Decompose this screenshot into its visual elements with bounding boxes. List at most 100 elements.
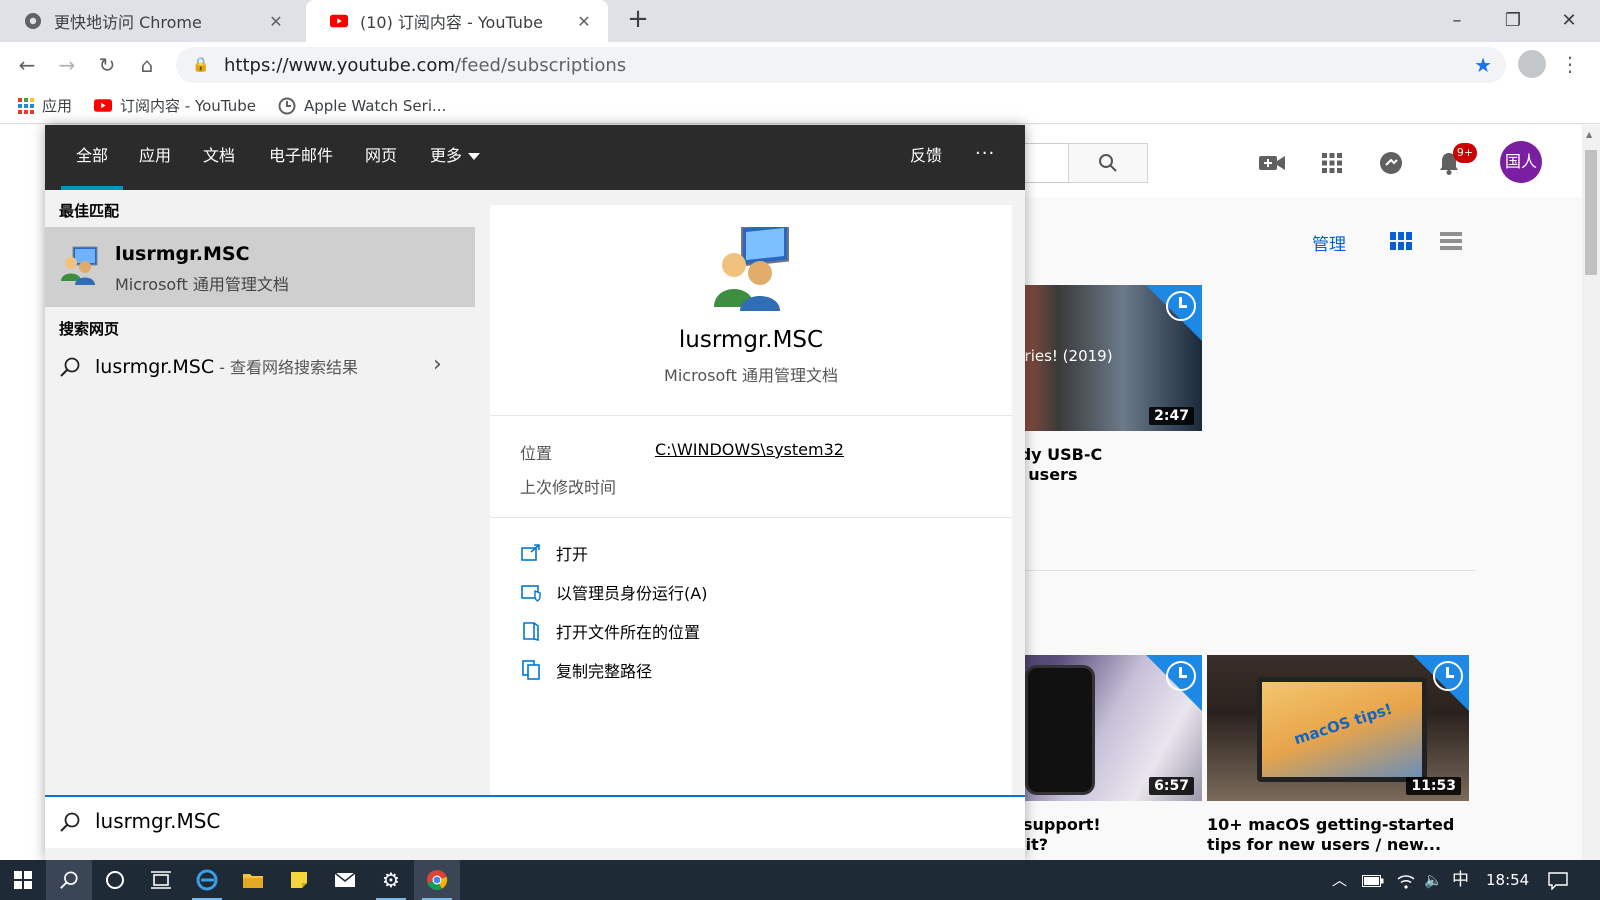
window-close-icon[interactable]: ✕ [1546, 6, 1592, 36]
address-bar[interactable]: 🔒 https://www.youtube.com/feed/subscript… [176, 47, 1506, 83]
tab-more[interactable]: 更多 [423, 125, 487, 190]
video-thumbnail[interactable]: macOS tips! 11:53 [1207, 655, 1469, 801]
wifi-icon[interactable] [1396, 860, 1416, 900]
bookmark-apple-watch[interactable]: Apple Watch Seri... [278, 97, 446, 115]
cortana-icon[interactable] [92, 860, 138, 900]
settings-gear-icon[interactable]: ⚙ [368, 860, 414, 900]
video-card[interactable]: macOS tips! 11:53 10+ macOS getting-star… [1207, 655, 1469, 855]
bookmarks-bar: 应用 订阅内容 - YouTube Apple Watch Seri... [0, 88, 1600, 124]
best-match-subtitle: Microsoft 通用管理文档 [115, 275, 289, 294]
search-input[interactable]: lusrmgr.MSC [95, 809, 220, 833]
tab-more-label: 更多 [429, 146, 462, 165]
action-center-icon[interactable] [1548, 860, 1568, 900]
tab-web[interactable]: 网页 [357, 125, 405, 190]
volume-icon[interactable]: 🔈 [1424, 860, 1443, 900]
best-match-result[interactable]: lusrmgr.MSC Microsoft 通用管理文档 [45, 227, 475, 307]
clock-time[interactable]: 18:54 [1486, 860, 1529, 900]
manage-subscriptions-link[interactable]: 管理 [1312, 230, 1346, 255]
tab-youtube-subscriptions[interactable]: (10) 订阅内容 - YouTube ✕ [306, 0, 608, 42]
more-options-icon[interactable]: ··· [975, 125, 995, 190]
web-search-query: lusrmgr.MSC [95, 356, 215, 378]
tab-close-icon[interactable]: ✕ [266, 12, 286, 31]
mail-icon[interactable] [322, 860, 368, 900]
file-explorer-icon[interactable] [230, 860, 276, 900]
task-view-icon[interactable] [138, 860, 184, 900]
divider [490, 415, 1012, 416]
bookmark-youtube-subscriptions[interactable]: 订阅内容 - YouTube [94, 95, 256, 116]
users-groups-icon [61, 246, 98, 285]
watch-later-icon[interactable] [1433, 661, 1463, 691]
scroll-up-arrow-icon[interactable]: ▲ [1586, 130, 1592, 139]
back-arrow-icon[interactable]: ← [12, 50, 42, 80]
location-link[interactable]: C:\WINDOWS\system32 [655, 440, 844, 459]
open-action[interactable]: 打开 [520, 540, 588, 566]
youtube-sidebar [0, 197, 45, 860]
bookmark-label: 应用 [42, 97, 73, 115]
tab-email[interactable]: 电子邮件 [261, 125, 341, 190]
watch-later-icon[interactable] [1166, 291, 1196, 321]
create-video-icon[interactable] [1256, 147, 1288, 179]
chevron-right-icon[interactable]: › [433, 352, 442, 377]
minimize-icon[interactable]: – [1434, 6, 1480, 36]
bookmark-apps[interactable]: 应用 [18, 95, 72, 116]
tab-close-icon[interactable]: ✕ [574, 12, 594, 31]
new-tab-button[interactable]: + [624, 6, 652, 34]
taskbar-search-icon[interactable] [46, 860, 92, 900]
search-icon [60, 812, 80, 832]
reload-icon[interactable]: ↻ [92, 50, 122, 80]
start-windows-icon[interactable] [0, 860, 46, 900]
web-search-heading: 搜索网页 [59, 320, 120, 338]
search-icon [60, 357, 80, 377]
folder-location-icon [523, 622, 539, 642]
edge-browser-icon[interactable] [184, 860, 230, 900]
bookmark-label: Apple Watch Seri... [303, 96, 447, 115]
tab-apps[interactable]: 应用 [131, 125, 179, 190]
run-as-admin-action[interactable]: 以管理员身份运行(A) [520, 579, 707, 605]
tab-chrome-quick-access[interactable]: 更快地访问 Chrome ✕ [0, 0, 300, 42]
open-external-icon [521, 544, 540, 561]
list-view-icon[interactable] [1440, 232, 1462, 250]
search-filter-tabs: 全部 应用 文档 电子邮件 网页 更多 反馈 ··· [45, 125, 1025, 190]
watch-later-icon[interactable] [1166, 661, 1196, 691]
restore-icon[interactable]: ❐ [1490, 6, 1536, 36]
grid-view-icon[interactable] [1390, 232, 1412, 250]
copy-full-path-action[interactable]: 复制完整路径 [520, 657, 652, 683]
section-divider [1000, 570, 1475, 571]
battery-icon[interactable] [1362, 860, 1384, 900]
best-match-title: lusrmgr.MSC [115, 243, 250, 265]
url-path: /feed/subscriptions [454, 54, 627, 76]
chrome-menu-icon[interactable]: ⋮ [1560, 50, 1580, 78]
tab-documents[interactable]: 文档 [195, 125, 243, 190]
web-search-result[interactable]: lusrmgr.MSC - 查看网络搜索结果 › [45, 346, 475, 388]
sticky-notes-icon[interactable] [276, 860, 322, 900]
video-duration: 11:53 [1406, 777, 1461, 795]
video-duration: 2:47 [1149, 407, 1194, 425]
chrome-taskbar-icon[interactable] [414, 860, 460, 900]
windows-taskbar: ⚙ ︿ 🔈 中 18:54 [0, 860, 1600, 900]
forward-arrow-icon[interactable]: → [52, 50, 82, 80]
ime-indicator[interactable]: 中 [1452, 860, 1469, 900]
search-box[interactable]: lusrmgr.MSC [45, 795, 1025, 848]
home-icon[interactable]: ⌂ [132, 50, 162, 80]
video-title[interactable]: 10+ macOS getting-started tips for new u… [1207, 815, 1469, 855]
youtube-apps-icon[interactable] [1316, 147, 1348, 179]
action-label: 以管理员身份运行(A) [556, 584, 708, 603]
browser-tab-strip: 更快地访问 Chrome ✕ (10) 订阅内容 - YouTube ✕ + –… [0, 0, 1600, 42]
feedback-button[interactable]: 反馈 [910, 125, 942, 190]
profile-avatar-icon[interactable] [1518, 50, 1546, 78]
open-file-location-action[interactable]: 打开文件所在的位置 [520, 618, 700, 644]
tab-title: 更快地访问 Chrome [54, 13, 202, 32]
copy-icon [522, 660, 540, 680]
results-list: 最佳匹配 lusrmgr.MSC Microsoft 通用管理文档 搜索网页 l… [45, 190, 475, 860]
youtube-search-button[interactable] [1068, 143, 1148, 183]
detail-subtitle: Microsoft 通用管理文档 [664, 366, 838, 385]
show-hidden-icons-chevron-icon[interactable]: ︿ [1332, 860, 1347, 900]
account-avatar[interactable]: 国人 [1500, 141, 1542, 183]
web-search-hint: - 查看网络搜索结果 [214, 358, 359, 377]
messages-icon[interactable] [1375, 147, 1407, 179]
tab-title: (10) 订阅内容 - YouTube [360, 13, 543, 32]
bookmark-star-icon[interactable]: ★ [1474, 53, 1492, 77]
page-scrollbar-thumb[interactable] [1585, 150, 1597, 275]
browser-toolbar: ← → ↻ ⌂ 🔒 https://www.youtube.com/feed/s… [0, 42, 1600, 88]
tab-all[interactable]: 全部 [61, 125, 123, 190]
